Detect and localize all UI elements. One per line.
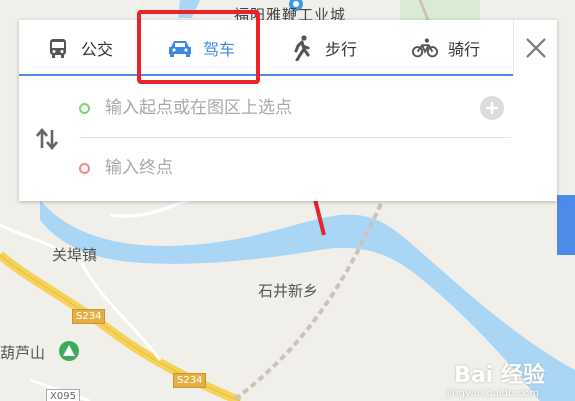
tab-bike-label: 骑行 [448, 40, 481, 59]
close-icon [525, 38, 546, 58]
swap-button[interactable] [33, 125, 61, 153]
add-waypoint-button[interactable] [480, 96, 504, 120]
watermark-sub: jingyan.baidu.com [446, 388, 539, 399]
annotation-highlight-box [137, 10, 260, 84]
bike-icon [412, 35, 438, 61]
mountain-icon [59, 341, 79, 361]
plus-icon [486, 102, 498, 114]
road-badge-x095: X095 [46, 389, 80, 401]
end-row [79, 138, 511, 198]
watermark: Bai 经验 [454, 363, 545, 388]
tab-bus-label: 公交 [81, 40, 114, 59]
start-row [79, 78, 511, 138]
end-input[interactable] [105, 158, 475, 178]
tab-walk[interactable]: 步行 [289, 20, 357, 76]
tab-walk-label: 步行 [325, 40, 358, 59]
close-button[interactable] [513, 20, 557, 76]
start-input[interactable] [105, 98, 475, 118]
tab-bike[interactable]: 骑行 [412, 20, 480, 76]
tab-bus[interactable]: 公交 [45, 20, 113, 76]
walk-icon [289, 35, 315, 61]
road-badge-s234-lower: S234 [173, 373, 207, 388]
start-dot-icon [79, 102, 90, 114]
swap-icon [36, 128, 58, 150]
travel-mode-tabs: 公交 驾车 步行 骑行 [19, 20, 513, 76]
map-label-hulushan: 葫芦山 [0, 344, 46, 362]
end-dot-icon [79, 162, 90, 174]
map-label-shijing: 石井新乡 [258, 282, 319, 300]
road-badge-s234-upper: S234 [72, 309, 106, 324]
map-label-guanfu: 关埠镇 [52, 246, 98, 264]
route-panel: 公交 驾车 步行 骑行 [19, 20, 557, 201]
bus-icon [45, 35, 71, 61]
